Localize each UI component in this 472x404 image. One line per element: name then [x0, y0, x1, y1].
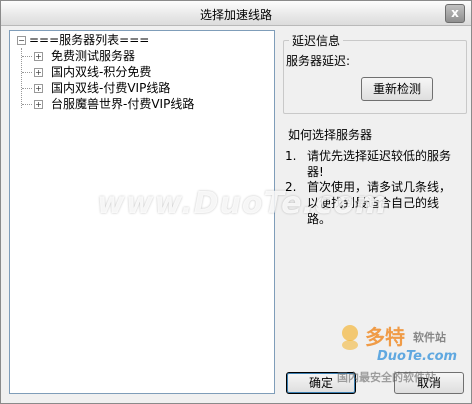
howto-title: 如何选择服务器: [288, 128, 373, 142]
tree-item-label[interactable]: 台服魔兽世界-付费VIP线路: [51, 96, 194, 112]
watermark-logo-text: 多特: [365, 325, 405, 349]
close-icon: x: [451, 6, 459, 20]
tree-branch-line: [22, 72, 32, 73]
tree-item-label[interactable]: 免费测试服务器: [51, 48, 135, 64]
tree-item-label[interactable]: 国内双线-积分免费: [51, 64, 151, 80]
server-delay-label: 服务器延迟:: [286, 54, 351, 68]
close-button[interactable]: x: [445, 4, 465, 23]
tip-text: 请优先选择延迟较低的服务器!: [307, 149, 452, 179]
watermark-logo-domain: DuoTe.com: [377, 349, 458, 364]
expand-icon[interactable]: +: [34, 84, 43, 93]
dialog-window: 选择加速线路 x − ===服务器列表=== + 免费测试服务器 + 国内双线-…: [0, 0, 472, 404]
tip-number: 1.: [285, 149, 297, 163]
mascot-icon: [342, 325, 358, 350]
tree-root-label[interactable]: ===服务器列表===: [29, 32, 149, 48]
window-title: 选择加速线路: [199, 8, 272, 22]
retest-button[interactable]: 重新检测: [361, 77, 433, 101]
tree-branch-line: [22, 56, 32, 57]
watermark-text: www.DuoTe.com: [97, 186, 388, 221]
tree-branch-line: [22, 88, 32, 89]
expand-icon[interactable]: +: [34, 100, 43, 109]
delay-info-title: 延迟信息: [289, 32, 344, 49]
tree-item-label[interactable]: 国内双线-付费VIP线路: [51, 80, 170, 96]
watermark-footer: 国内最安全的软件站: [337, 371, 436, 384]
tree-branch-line: [22, 104, 32, 105]
expand-icon[interactable]: +: [34, 52, 43, 61]
tip-1: 1. 请优先选择延迟较低的服务器!: [285, 148, 465, 182]
watermark-logo-sub: 软件站: [413, 331, 446, 344]
expand-icon[interactable]: +: [34, 68, 43, 77]
tree-connector-line: [21, 48, 22, 108]
collapse-icon[interactable]: −: [17, 36, 26, 45]
title-bar[interactable]: 选择加速线路 x: [1, 1, 471, 26]
watermark-logo: 多特 软件站 DuoTe.com 国内最安全的软件站: [337, 319, 467, 389]
